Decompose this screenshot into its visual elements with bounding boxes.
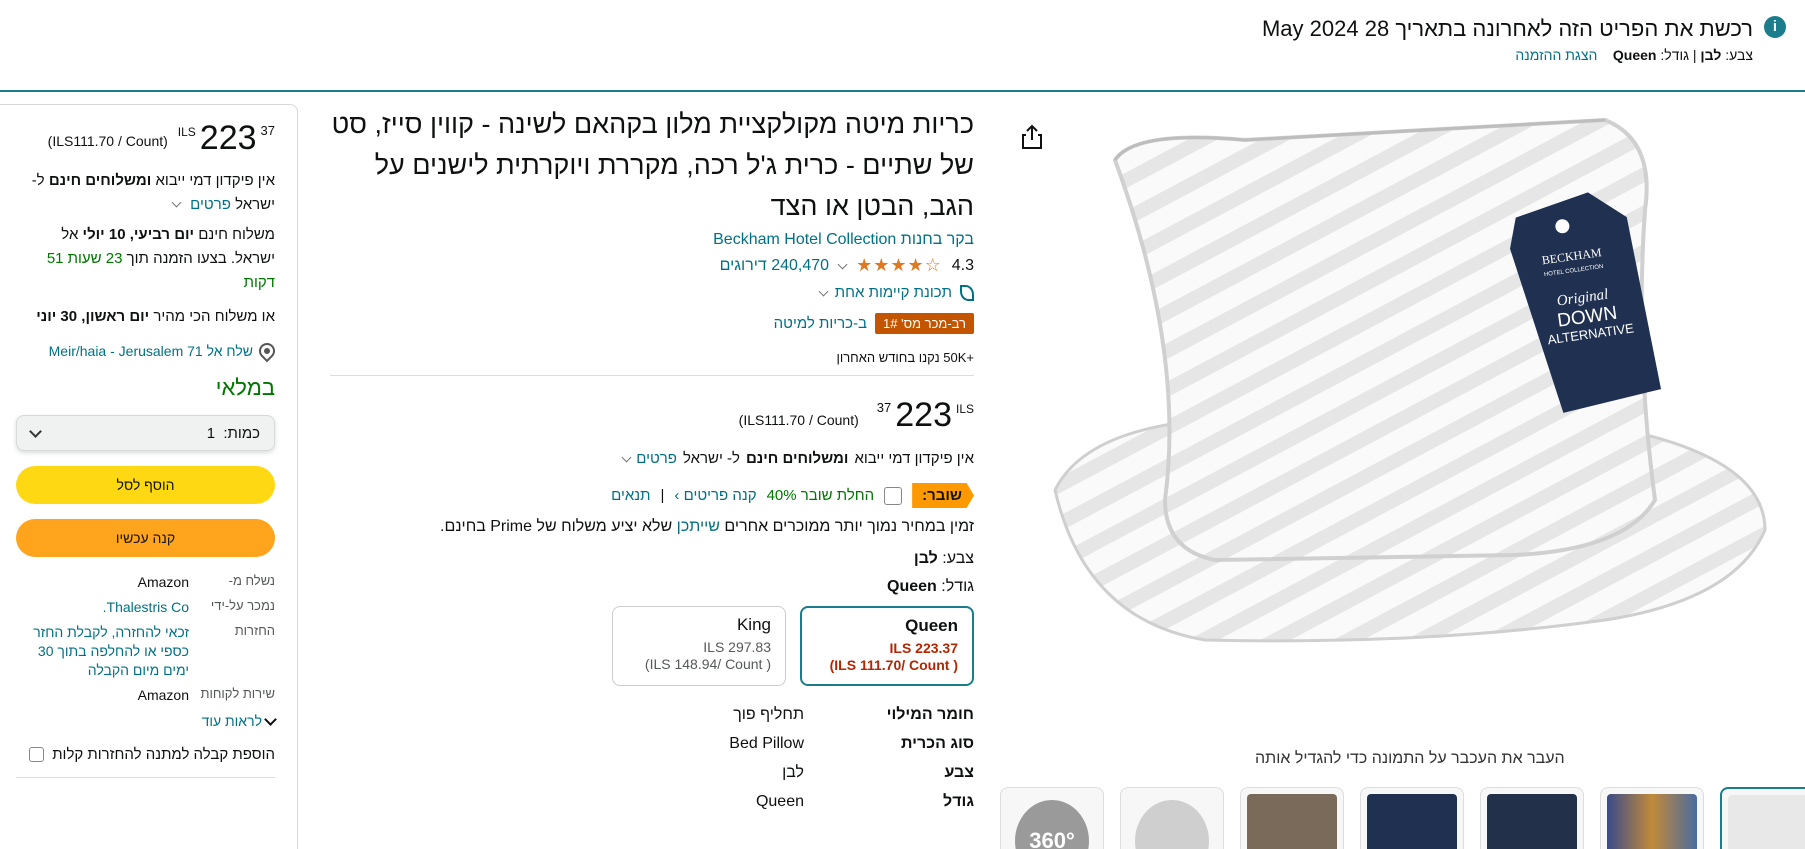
- thumbnail-strip: 360°: [1000, 787, 1805, 849]
- climate-pledge[interactable]: תכונת קיימות אחת: [330, 284, 974, 301]
- thumbnail-image[interactable]: [1360, 787, 1464, 849]
- see-more-toggle[interactable]: לראות עוד: [16, 712, 277, 729]
- in-stock-status: במלאי: [215, 375, 275, 400]
- ships-from: Amazon: [137, 574, 189, 590]
- star-rating-icon[interactable]: ★★★★☆: [856, 255, 942, 276]
- rotate-360-icon: 360°: [1015, 800, 1089, 849]
- best-seller-category-link[interactable]: ב-כריות למיטה: [774, 315, 867, 332]
- buy-now-button[interactable]: קנה עכשיו: [16, 519, 275, 557]
- coupon-terms-link[interactable]: תנאים: [611, 487, 650, 504]
- size-option-king[interactable]: King ILS 297.83 ( ILS 148.94/ Count): [612, 606, 786, 686]
- spec-table: חומר המילוי תחליף פוך סוג הכרית Bed Pill…: [729, 706, 974, 810]
- thumbnail-image[interactable]: [1600, 787, 1704, 849]
- thumbnail-image[interactable]: [1240, 787, 1344, 849]
- customer-service: Amazon: [137, 687, 189, 703]
- unit-price: (ILS111.70 / Count): [738, 412, 859, 428]
- gift-receipt-option[interactable]: הוספת קבלה למתנה להחזרות קלות: [16, 743, 275, 767]
- buybox-price: (ILS111.70 / Count) ILS 223 37: [47, 119, 275, 157]
- best-seller-row: רב-מכר מס' 1# ב-כריות למיטה: [330, 313, 974, 334]
- coupon-text: החלת שובר 40%: [766, 487, 875, 504]
- fastest-delivery-line: או משלוח הכי מהיר יום ראשון, 30 יוני: [36, 308, 275, 325]
- purchase-notice: i רכשת את הפריט הזה לאחרונה בתאריך 28 Ma…: [0, 0, 1805, 92]
- chevron-down-icon[interactable]: [621, 452, 632, 462]
- details-link[interactable]: פרטים: [636, 450, 677, 467]
- product-image[interactable]: BECKHAM HOTEL COLLECTION Original DOWN A…: [1045, 100, 1805, 740]
- thumbnail-image-selected[interactable]: [1720, 787, 1805, 849]
- leaf-icon: [960, 284, 974, 301]
- coupon-row: שובר: החלת שובר 40% קנה פריטים › | תנאים: [330, 483, 974, 508]
- chevron-down-icon[interactable]: [837, 259, 848, 269]
- view-order-link[interactable]: הצגת ההזמנה: [1515, 47, 1597, 63]
- returns-link[interactable]: זכאי להחזרה, לקבלת החזר כספי או להחלפה ב…: [16, 623, 189, 680]
- chevron-down-icon: [264, 712, 277, 726]
- divider: [330, 375, 974, 376]
- quantity-select[interactable]: כמות: 1: [16, 415, 275, 451]
- fulfillment-facts: נשלח מ- Amazon נמכר על-ידי Thalestris Co…: [16, 573, 275, 705]
- size-options: Queen ILS 223.37 ( ILS 111.70/ Count) Ki…: [330, 606, 974, 686]
- details-link[interactable]: פרטים: [190, 196, 231, 213]
- main-price: ILS 223 37 (ILS111.70 / Count): [738, 396, 974, 434]
- location-pin-icon: [255, 339, 279, 363]
- coupon-checkbox[interactable]: [884, 486, 903, 505]
- zoom-hint: העבר את העכבר על התמונה כדי להגדיל אותה: [1255, 750, 1565, 767]
- ratings-count-link[interactable]: 240,470 דירוגים: [720, 257, 829, 275]
- import-fees-line: אין פיקדון דמי ייבוא ומשלוחים חינם ל- יש…: [31, 172, 275, 213]
- play-icon: [1135, 800, 1209, 849]
- thumbnail-video[interactable]: [1120, 787, 1224, 849]
- bought-count: +50K נקנו בחודש האחרון: [836, 350, 974, 365]
- coupon-shop-link[interactable]: קנה פריטים ›: [674, 487, 756, 504]
- best-seller-badge: רב-מכר מס' 1#: [875, 313, 974, 334]
- store-link[interactable]: בקר בחנות Beckham Hotel Collection: [330, 231, 974, 249]
- delivery-line: משלוח חינם יום רביעי, 10 יולי אל ישראל. …: [46, 226, 275, 291]
- gift-receipt-checkbox[interactable]: [29, 747, 45, 762]
- chevron-down-icon: [818, 286, 829, 296]
- product-details: כריות מיטה מקולקציית מלון בקהאם לשינה - …: [330, 104, 974, 811]
- thumbnail-360[interactable]: 360°: [1000, 787, 1104, 849]
- share-icon[interactable]: [1021, 124, 1043, 150]
- other-sellers-note: זמין במחיר נמוך יותר ממוכרים אחרים שייתכ…: [440, 518, 974, 535]
- thumbnail-image[interactable]: [1480, 787, 1584, 849]
- sold-by-link[interactable]: Thalestris Co.: [16, 598, 189, 617]
- purchase-notice-text: רכשת את הפריט הזה לאחרונה בתאריך 28 May …: [1261, 16, 1753, 41]
- chevron-down-icon: [29, 424, 42, 438]
- purchase-notice-details: צבע: לבן | גודל: Queen הצגת ההזמנה: [1515, 47, 1753, 63]
- deliver-to-address[interactable]: שלח אל 71 Meir/haia - Jerusalem: [16, 339, 279, 363]
- rating-value: 4.3: [951, 256, 974, 274]
- unit-price: (ILS111.70 / Count): [47, 133, 168, 149]
- chevron-down-icon[interactable]: [171, 197, 182, 208]
- info-icon: i: [1764, 16, 1786, 38]
- size-option-queen[interactable]: Queen ILS 223.37 ( ILS 111.70/ Count): [800, 606, 974, 686]
- rating-row: 4.3 ★★★★☆ 240,470 דירוגים: [330, 255, 974, 276]
- import-fees-line: אין פיקדון דמי ייבוא ומשלוחים חינם ל- יש…: [330, 450, 974, 467]
- add-to-cart-button[interactable]: הוסף לסל: [16, 466, 275, 504]
- divider: [16, 777, 275, 778]
- product-title: כריות מיטה מקולקציית מלון בקהאם לשינה - …: [331, 109, 974, 221]
- size-selection: גודל: Queen: [887, 578, 974, 595]
- other-sellers-link[interactable]: שייתכן: [677, 518, 720, 535]
- buy-box: (ILS111.70 / Count) ILS 223 37 אין פיקדו…: [0, 104, 298, 849]
- coupon-tag: שובר:: [912, 483, 974, 508]
- color-selection: צבע: לבן: [913, 550, 974, 567]
